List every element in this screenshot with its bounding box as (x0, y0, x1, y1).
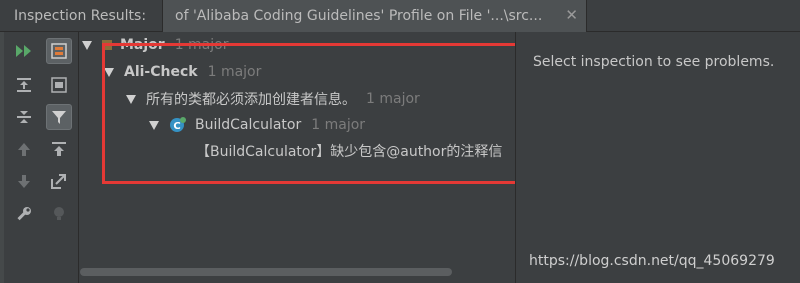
quick-fix-bulb-icon[interactable] (46, 201, 72, 227)
tree-node-problem[interactable]: 【BuildCalculator】缺少包含@author的注释信 (196, 139, 502, 163)
watermark-text: https://blog.csdn.net/qq_45069279 (529, 253, 775, 269)
autoscroll-to-source-icon[interactable] (46, 136, 72, 162)
close-icon[interactable]: ✕ (565, 6, 578, 24)
severity-major-icon (102, 40, 112, 50)
collapse-all-icon[interactable] (11, 104, 37, 130)
file-count: 1 major (311, 117, 366, 133)
problem-details-pane: Select inspection to see problems. (517, 32, 800, 283)
expand-arrow-icon[interactable] (104, 67, 114, 77)
results-tab-label: of 'Alibaba Coding Guidelines' Profile o… (175, 8, 543, 24)
tree-node-rule[interactable]: 所有的类都必须添加创建者信息。 1 major (126, 87, 420, 111)
horizontal-scrollbar[interactable] (80, 268, 452, 276)
results-tab[interactable]: of 'Alibaba Coding Guidelines' Profile o… (162, 0, 587, 32)
export-icon[interactable] (46, 168, 72, 194)
tree-node-file[interactable]: C BuildCalculator 1 major (149, 113, 365, 137)
tool-window-title: Inspection Results: (14, 8, 147, 24)
previous-problem-icon[interactable] (11, 136, 37, 162)
group-by-directory-icon[interactable] (46, 72, 72, 98)
expand-arrow-icon[interactable] (126, 94, 136, 104)
expand-all-icon[interactable] (11, 72, 37, 98)
check-count: 1 major (207, 64, 262, 80)
svg-text:C: C (173, 121, 180, 132)
inspection-toolbar (0, 32, 79, 283)
check-label: Ali-Check (124, 64, 198, 80)
tree-node-severity[interactable]: Major 1 major (82, 33, 229, 57)
problem-label: 【BuildCalculator】缺少包含@author的注释信 (196, 144, 503, 160)
next-problem-icon[interactable] (11, 168, 37, 194)
settings-wrench-icon[interactable] (11, 201, 37, 227)
rerun-icon[interactable] (11, 38, 37, 64)
severity-label: Major (120, 37, 165, 53)
severity-count: 1 major (174, 37, 229, 53)
rule-count: 1 major (366, 91, 420, 107)
tree-node-check[interactable]: Ali-Check 1 major (104, 60, 261, 84)
expand-arrow-icon[interactable] (149, 120, 159, 130)
empty-state-message: Select inspection to see problems. (533, 54, 775, 70)
inspection-tree: Major 1 major Ali-Check 1 major 所有的类都必须添… (80, 32, 516, 283)
file-label: BuildCalculator (195, 117, 302, 133)
expand-arrow-icon[interactable] (82, 40, 92, 50)
tool-window-header: Inspection Results: of 'Alibaba Coding G… (0, 0, 800, 32)
filter-icon[interactable] (46, 104, 72, 130)
group-by-severity-icon[interactable] (46, 38, 72, 64)
java-class-icon: C (170, 117, 186, 132)
rule-label: 所有的类都必须添加创建者信息。 (146, 92, 356, 108)
